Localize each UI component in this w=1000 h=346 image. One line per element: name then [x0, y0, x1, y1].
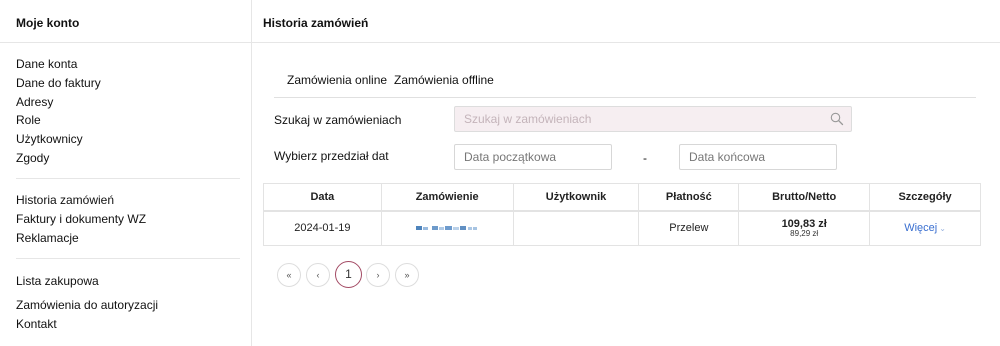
- sidebar-item-dane-konta[interactable]: Dane konta: [16, 57, 77, 71]
- sidebar-title: Moje konto: [16, 16, 80, 30]
- sidebar-item-role[interactable]: Role: [16, 113, 41, 127]
- column-header-data[interactable]: Data: [263, 183, 382, 212]
- date-range-label: Wybierz przedział dat: [274, 149, 389, 163]
- sidebar-divider: [16, 258, 240, 259]
- order-user: [512, 210, 640, 246]
- pagination-last-button[interactable]: »: [395, 263, 419, 287]
- date-to-input[interactable]: [679, 144, 837, 170]
- order-details: Więcej ⌄: [869, 210, 981, 246]
- column-header-uzytkownik[interactable]: Użytkownik: [512, 183, 640, 212]
- pagination-next-button[interactable]: ›: [366, 263, 390, 287]
- page-title: Historia zamówień: [263, 16, 369, 30]
- date-from-input[interactable]: [454, 144, 612, 170]
- search-icon[interactable]: [829, 111, 845, 127]
- table-row: 2024-01-19 Przelew 109,83 zł 89,29 zł Wi…: [263, 210, 981, 246]
- details-more-link[interactable]: Więcej: [904, 222, 937, 234]
- column-header-platnosc[interactable]: Płatność: [638, 183, 740, 212]
- order-number-redacted: [416, 226, 478, 231]
- sidebar-item-dane-do-faktury[interactable]: Dane do faktury: [16, 76, 101, 90]
- chevron-down-icon[interactable]: ⌄: [939, 224, 946, 233]
- order-price: 109,83 zł 89,29 zł: [738, 210, 871, 246]
- order-number[interactable]: [380, 210, 514, 246]
- search-label: Szukaj w zamówieniach: [274, 113, 402, 127]
- sidebar-item-reklamacje[interactable]: Reklamacje: [16, 231, 79, 245]
- sidebar-divider: [16, 178, 240, 179]
- price-netto: 89,29 zł: [790, 228, 819, 238]
- tab-zamowienia-online[interactable]: Zamówienia online: [287, 73, 387, 87]
- sidebar-item-zamowienia-do-autoryzacji[interactable]: Zamówienia do autoryzacji: [16, 298, 158, 312]
- sidebar: Moje konto Dane konta Dane do faktury Ad…: [0, 0, 252, 346]
- sidebar-item-faktury[interactable]: Faktury i dokumenty WZ: [16, 212, 146, 226]
- sidebar-header: Moje konto: [0, 0, 252, 43]
- pagination-prev-button[interactable]: ‹: [306, 263, 330, 287]
- order-date: 2024-01-19: [263, 210, 382, 246]
- main-header: Historia zamówień: [252, 0, 1000, 43]
- orders-table: Data Zamówienie Użytkownik Płatność Brut…: [263, 183, 981, 246]
- sidebar-item-historia-zamowien[interactable]: Historia zamówień: [16, 193, 114, 207]
- table-header-row: Data Zamówienie Użytkownik Płatność Brut…: [263, 183, 981, 212]
- column-header-zamowienie[interactable]: Zamówienie: [380, 183, 514, 212]
- pagination-first-button[interactable]: «: [277, 263, 301, 287]
- column-header-szczegoly[interactable]: Szczegóły: [869, 183, 981, 212]
- sidebar-item-lista-zakupowa[interactable]: Lista zakupowa: [16, 274, 99, 288]
- sidebar-item-zgody[interactable]: Zgody: [16, 151, 49, 165]
- search-input[interactable]: [454, 106, 852, 132]
- column-header-brutto-netto[interactable]: Brutto/Netto: [738, 183, 871, 212]
- tab-zamowienia-offline[interactable]: Zamówienia offline: [394, 73, 494, 87]
- sidebar-item-adresy[interactable]: Adresy: [16, 95, 53, 109]
- pagination-current-page[interactable]: 1: [335, 261, 362, 288]
- order-payment: Przelew: [638, 210, 740, 246]
- tabs-divider: [274, 97, 976, 98]
- date-separator: -: [643, 151, 647, 165]
- sidebar-item-uzytkownicy[interactable]: Użytkownicy: [16, 132, 83, 146]
- price-brutto: 109,83 zł: [781, 217, 827, 230]
- sidebar-item-kontakt[interactable]: Kontakt: [16, 317, 57, 331]
